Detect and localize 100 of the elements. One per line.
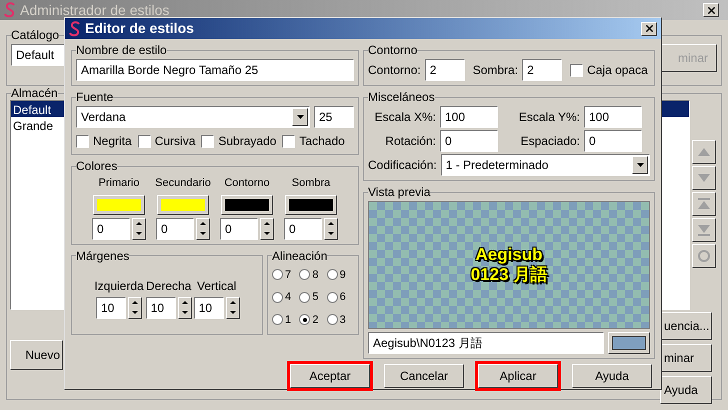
dropdown-button[interactable]: [632, 156, 648, 174]
number-field[interactable]: 10: [146, 296, 176, 318]
dialog-button[interactable]: minar: [660, 344, 712, 372]
spin-button[interactable]: [178, 296, 192, 318]
checkbox-label: Cursiva: [154, 133, 196, 150]
preview-text: 0123 月語: [470, 265, 548, 285]
radio-button[interactable]: [272, 292, 283, 303]
radio-label: 8: [312, 268, 318, 282]
dialog-button[interactable]: Ayuda: [660, 376, 712, 404]
radio-button[interactable]: [299, 292, 310, 303]
preview-text: Aegisub: [475, 245, 543, 265]
color-swatch[interactable]: [221, 194, 273, 214]
number-field[interactable]: 0: [92, 218, 130, 240]
rotation-field[interactable]: 0: [440, 130, 498, 152]
move-button[interactable]: [692, 244, 716, 268]
radio-button[interactable]: [272, 314, 283, 326]
window-title: Administrador de estilos: [20, 0, 170, 20]
up-caret-icon: [132, 301, 138, 304]
group-label: Catálogo: [11, 27, 60, 44]
new-button[interactable]: Nuevo: [10, 340, 63, 370]
radio-label: 9: [340, 268, 346, 282]
shadow-field[interactable]: 2: [522, 59, 562, 81]
close-button[interactable]: [641, 22, 657, 36]
bottom-arrow-icon: [697, 223, 711, 237]
move-button[interactable]: [692, 166, 716, 190]
up-caret-icon: [200, 222, 206, 225]
dialog-button[interactable]: uencia...: [660, 312, 712, 340]
checkbox[interactable]: [570, 64, 584, 76]
dropdown-value: 1 - Predeterminado: [446, 157, 548, 174]
encoding-label: Codificación:: [368, 157, 437, 174]
dropdown-button[interactable]: [292, 108, 308, 126]
spin-button[interactable]: [128, 296, 142, 318]
move-button[interactable]: [692, 140, 716, 164]
font-size-field[interactable]: 25: [314, 106, 354, 128]
color-label: Sombra: [292, 176, 330, 191]
checkbox[interactable]: [282, 134, 296, 148]
up-caret-icon: [264, 222, 270, 225]
radio-button[interactable]: [326, 269, 338, 280]
group-label: Alineación: [272, 248, 328, 264]
scale-y-label: Escala Y%:: [518, 109, 580, 126]
close-icon: [706, 4, 716, 16]
down-caret-icon: [200, 232, 206, 235]
radio-button[interactable]: [299, 314, 310, 326]
margin-label: Derecha: [146, 278, 192, 294]
preview-color-button[interactable]: [608, 332, 650, 354]
color-label: Contorno: [224, 176, 270, 191]
spin-button[interactable]: [196, 218, 210, 240]
move-button[interactable]: [692, 192, 716, 216]
outline-field[interactable]: 2: [424, 59, 465, 81]
move-button[interactable]: [692, 218, 716, 242]
encoding-dropdown[interactable]: 1 - Predeterminado: [440, 154, 650, 176]
radio-label: 1: [285, 312, 292, 328]
outline-label: Contorno:: [368, 62, 421, 79]
top-arrow-icon: [697, 197, 711, 211]
dialog-button[interactable]: Aplicar: [478, 364, 558, 388]
font-dropdown[interactable]: Verdana: [76, 106, 310, 128]
radio-label: 2: [312, 312, 318, 328]
checkbox[interactable]: [76, 134, 89, 148]
up-caret-icon: [182, 301, 188, 304]
spacing-field[interactable]: 0: [584, 130, 642, 152]
checkbox-label: Caja opaca: [587, 62, 648, 79]
spin-button[interactable]: [132, 218, 146, 240]
dialog-button[interactable]: Cancelar: [384, 364, 464, 388]
radio-button[interactable]: [326, 292, 338, 303]
group-label: Nombre de estilo: [76, 42, 167, 59]
checkbox[interactable]: [201, 134, 214, 148]
color-swatch[interactable]: [157, 194, 209, 214]
spin-button[interactable]: [260, 218, 274, 240]
dropdown-value: Verdana: [81, 109, 126, 126]
color-label: Secundario: [155, 176, 211, 191]
sample-text-field[interactable]: Aegisub\N0123 月語: [368, 332, 604, 354]
number-field[interactable]: 10: [96, 296, 126, 318]
color-swatch[interactable]: [93, 194, 145, 214]
dialog-button[interactable]: Ayuda: [572, 364, 652, 388]
spin-button[interactable]: [324, 218, 338, 240]
number-field[interactable]: 0: [156, 218, 194, 240]
color-swatch[interactable]: [285, 194, 337, 214]
radio-button[interactable]: [272, 269, 283, 280]
checkbox[interactable]: [138, 134, 151, 148]
style-name-field[interactable]: Amarilla Borde Negro Tamaño 25: [76, 59, 354, 81]
radio-button[interactable]: [326, 314, 338, 326]
number-field[interactable]: 0: [284, 218, 322, 240]
dialog-button[interactable]: Aceptar: [290, 364, 370, 388]
radio-label: 5: [312, 290, 318, 305]
spin-button[interactable]: [226, 296, 240, 318]
checkbox-label: Subrayado: [218, 133, 276, 150]
checkbox-label: Tachado: [299, 133, 345, 150]
radio-button[interactable]: [299, 269, 310, 280]
number-field[interactable]: 0: [220, 218, 258, 240]
group-label: Márgenes: [76, 248, 130, 264]
close-button[interactable]: [703, 3, 719, 17]
number-field[interactable]: 10: [194, 296, 224, 318]
scale-y-field[interactable]: 100: [584, 106, 642, 128]
spacing-label: Espaciado:: [520, 133, 580, 150]
down-caret-icon: [264, 232, 270, 235]
radio-label: 7: [285, 268, 292, 282]
checkbox-label: Negrita: [93, 133, 132, 150]
app-logo-icon: [4, 2, 16, 18]
scale-x-field[interactable]: 100: [440, 106, 498, 128]
dialog-title: Editor de estilos: [85, 19, 195, 38]
